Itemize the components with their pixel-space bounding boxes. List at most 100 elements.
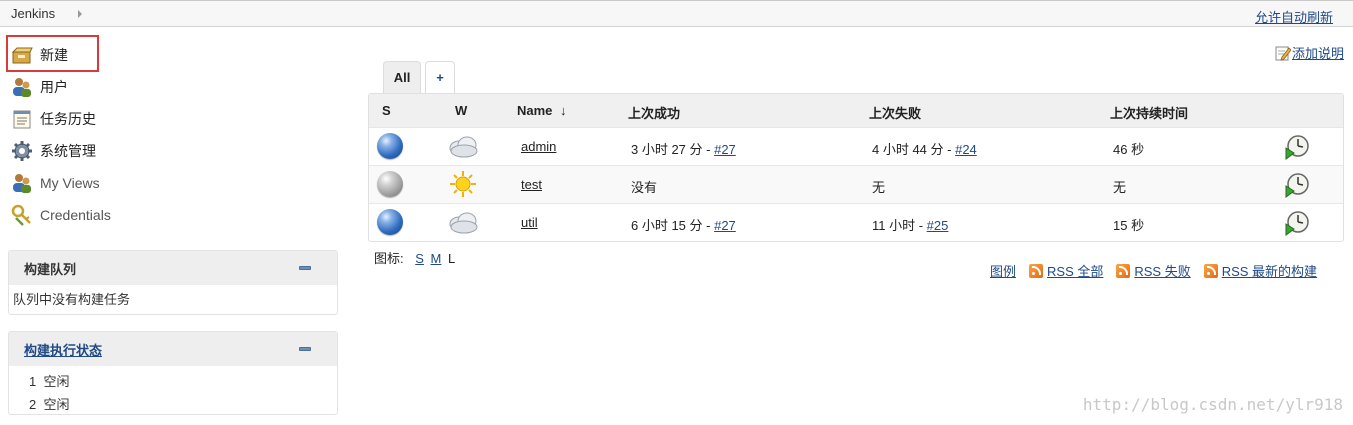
header-status[interactable]: S [382,103,391,118]
auto-refresh-link[interactable]: 允许自动刷新 [1255,7,1333,26]
build-queue-body: 队列中没有构建任务 [9,285,337,314]
last-success-time: 6 小时 15 分 - [631,218,715,233]
edit-description-icon [1275,45,1292,61]
last-duration-cell: 46 秒 [1113,142,1145,157]
schedule-build-icon[interactable] [1284,172,1310,198]
rss-all-label[interactable]: RSS 全部 [1047,261,1103,280]
table-row: util 6 小时 15 分 - #27 11 小时 - #25 15 秒 [369,203,1343,241]
header-last-failure[interactable]: 上次失败 [869,103,921,122]
build-queue-panel: 构建队列 队列中没有构建任务 [8,250,338,315]
tab-add-view[interactable]: + [425,61,455,93]
executor-status-body: 1 空闲 2 空闲 [9,366,337,418]
executor-state: 空闲 [43,374,70,389]
status-blue-ball-icon[interactable] [377,209,403,235]
last-duration-cell: 15 秒 [1113,218,1145,233]
breadcrumb-arrow-icon[interactable] [78,10,82,18]
header-weather[interactable]: W [455,103,467,118]
collapse-icon[interactable] [299,347,311,351]
add-description-label[interactable]: 添加说明 [1292,43,1344,62]
executor-row: 1 空闲 [9,369,337,392]
last-success-build-link[interactable]: #27 [714,142,736,157]
sidebar-task-label: 用户 [40,79,68,95]
executor-state: 空闲 [43,397,70,412]
last-success-cell: 没有 [631,180,658,195]
sidebar-task-label: My Views [40,175,100,191]
sidebar-task-label: Credentials [40,207,111,223]
collapse-icon[interactable] [299,266,311,270]
tab-all[interactable]: All [383,61,421,93]
executor-number: 2 [29,397,37,412]
icon-size-l: L [448,251,456,266]
rss-feed-icon [1029,263,1044,278]
icon-size-selector: 图标: S M L [374,248,455,267]
last-failure-time: 4 小时 44 分 - [872,142,956,157]
legend-link[interactable]: 图例 [990,261,1016,280]
add-description-link[interactable]: 添加说明 [1275,43,1344,62]
header-last-success[interactable]: 上次成功 [628,103,680,122]
last-failure-cell: 4 小时 44 分 - #24 [872,139,977,158]
icon-size-m[interactable]: M [431,251,442,266]
breadcrumb-bar: Jenkins 允许自动刷新 [0,0,1353,27]
users-icon [11,76,33,98]
rss-failed-label[interactable]: RSS 失败 [1134,261,1190,280]
sidebar-task-new-item[interactable]: 新建 [11,43,68,67]
build-history-icon [11,108,33,130]
table-row: test 没有 无 无 [369,165,1343,203]
rss-all-link[interactable]: RSS 全部 [1029,261,1103,280]
sort-down-icon: ↓ [560,103,567,118]
schedule-build-icon[interactable] [1284,134,1310,160]
table-row: admin 3 小时 27 分 - #27 4 小时 44 分 - #24 46… [369,127,1343,165]
last-failure-cell: 无 [872,180,886,195]
breadcrumb-jenkins[interactable]: Jenkins [11,6,55,21]
users-icon [11,172,33,194]
rss-feed-icon [1116,263,1131,278]
status-grey-ball-icon[interactable] [377,171,403,197]
last-success-build-link[interactable]: #27 [714,218,736,233]
rss-failed-link[interactable]: RSS 失败 [1116,261,1191,280]
schedule-build-icon[interactable] [1284,210,1310,236]
job-link[interactable]: util [521,215,538,230]
gear-icon [11,140,33,162]
build-queue-header: 构建队列 [9,251,337,285]
sidebar-task-users[interactable]: 用户 [11,75,68,99]
cloudy-weather-icon [447,207,479,237]
last-failure-build-link[interactable]: #24 [955,142,977,157]
rss-feed-icon [1203,263,1218,278]
executor-status-header: 构建执行状态 [9,332,337,366]
header-name-label: Name [517,103,553,118]
rss-bar: 图例 RSS 全部 RSS 失败 RSS 最新的构建 [990,261,1317,280]
icon-size-label: 图标: [374,251,404,266]
last-success-cell: 6 小时 15 分 - #27 [631,215,736,234]
rss-latest-label[interactable]: RSS 最新的构建 [1222,261,1317,280]
sidebar-task-build-history[interactable]: 任务历史 [11,107,96,131]
credentials-key-icon [11,204,33,226]
icon-size-s[interactable]: S [415,251,424,266]
build-queue-title: 构建队列 [24,261,77,277]
last-success-cell: 3 小时 27 分 - #27 [631,139,736,158]
build-queue-empty-text: 队列中没有构建任务 [13,292,131,307]
watermark-text: http://blog.csdn.net/ylr918 [1082,395,1343,414]
job-link[interactable]: test [521,177,542,192]
last-failure-build-link[interactable]: #25 [927,218,949,233]
rss-latest-link[interactable]: RSS 最新的构建 [1203,261,1317,280]
sidebar-task-my-views[interactable]: My Views [11,171,100,195]
header-name[interactable]: Name ↓ [517,103,567,118]
header-last-duration[interactable]: 上次持续时间 [1110,103,1188,122]
cloudy-weather-icon [447,131,479,161]
table-header: S W Name ↓ 上次成功 上次失败 上次持续时间 [369,94,1343,127]
last-duration-cell: 无 [1113,180,1127,195]
executor-status-panel: 构建执行状态 1 空闲 2 空闲 [8,331,338,415]
executor-number: 1 [29,374,37,389]
last-failure-cell: 11 小时 - #25 [872,215,948,234]
status-blue-ball-icon[interactable] [377,133,403,159]
executor-row: 2 空闲 [9,392,337,415]
job-link[interactable]: admin [521,139,556,154]
sidebar-task-label: 系统管理 [40,143,96,159]
executor-status-title[interactable]: 构建执行状态 [24,340,102,359]
last-failure-time: 11 小时 - [872,218,927,233]
projects-table: S W Name ↓ 上次成功 上次失败 上次持续时间 admin 3 小时 2… [368,93,1344,242]
sidebar-task-credentials[interactable]: Credentials [11,203,111,227]
sidebar-task-manage[interactable]: 系统管理 [11,139,96,163]
last-success-time: 3 小时 27 分 - [631,142,715,157]
sunny-weather-icon [447,169,479,199]
